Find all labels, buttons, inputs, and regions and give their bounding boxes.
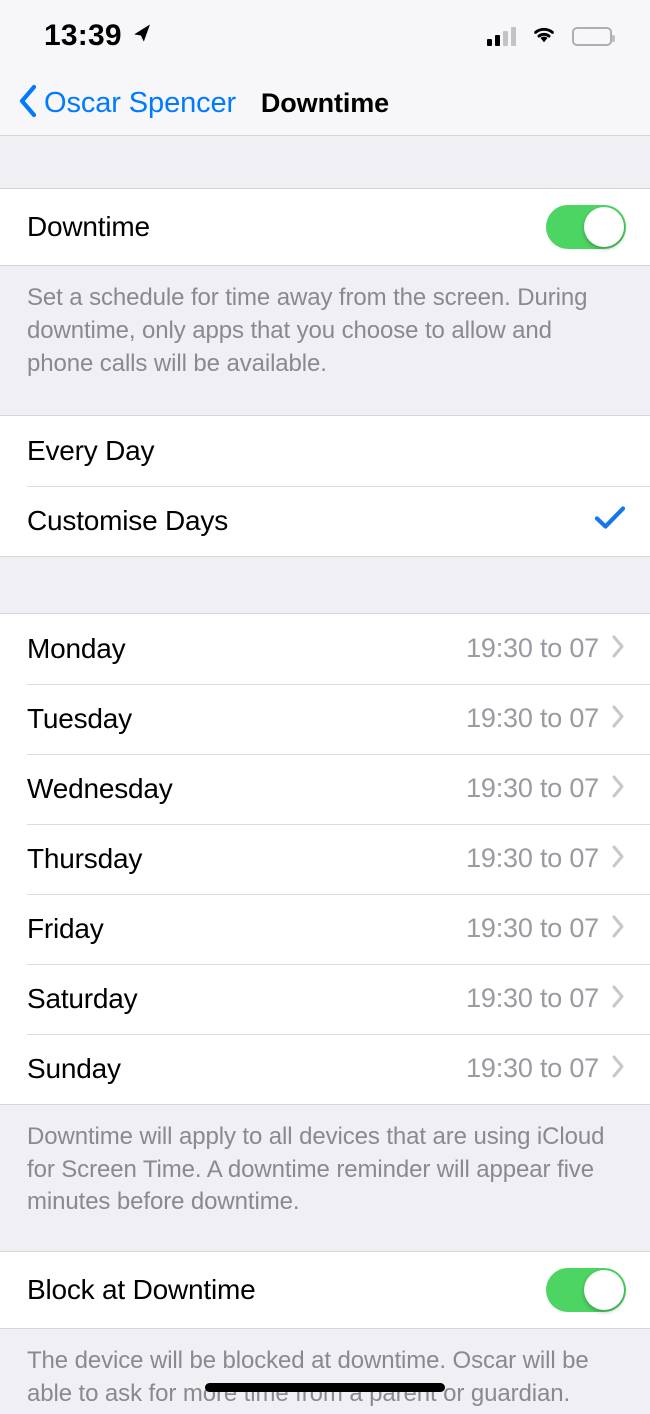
back-button-label: Oscar Spencer [44,87,237,119]
chevron-right-icon [611,844,626,874]
battery-icon [572,26,615,46]
schedule-option-customise-days[interactable]: Customise Days [0,485,650,556]
chevron-right-icon [611,1054,626,1084]
checkmark-icon [594,505,626,536]
day-time-value: 19:30 to 07 [466,1053,599,1084]
day-row-friday[interactable]: Friday 19:30 to 07 [0,893,650,964]
section-gap [0,136,650,188]
day-row-tuesday[interactable]: Tuesday 19:30 to 07 [0,683,650,754]
downtime-toggle[interactable] [546,205,626,249]
downtime-footer-note: Set a schedule for time away from the sc… [0,266,650,415]
section-gap [0,556,650,613]
day-row-right: 19:30 to 07 [466,983,626,1014]
status-bar-clock: 13:39 [44,19,122,52]
home-indicator[interactable] [205,1383,445,1392]
chevron-right-icon [611,984,626,1014]
day-time-value: 19:30 to 07 [466,703,599,734]
day-row-wednesday[interactable]: Wednesday 19:30 to 07 [0,753,650,824]
day-label: Saturday [27,982,138,1014]
chevron-right-icon [611,634,626,664]
downtime-settings-screen: 13:39 Oscar Spencer Downtime Downtime Se… [0,0,650,1414]
chevron-right-icon [611,774,626,804]
day-row-sunday[interactable]: Sunday 19:30 to 07 [0,1033,650,1104]
schedule-option-label: Every Day [27,434,155,466]
chevron-left-icon [18,84,38,123]
block-at-downtime-group: Block at Downtime [0,1251,650,1330]
day-row-right: 19:30 to 07 [466,1053,626,1084]
day-row-saturday[interactable]: Saturday 19:30 to 07 [0,963,650,1034]
schedule-option-every-day[interactable]: Every Day [0,415,650,486]
status-bar: 13:39 [0,0,650,72]
status-bar-right [487,23,615,49]
day-time-value: 19:30 to 07 [466,983,599,1014]
block-at-downtime-row[interactable]: Block at Downtime [0,1252,650,1329]
day-label: Friday [27,912,104,944]
downtime-row[interactable]: Downtime [0,189,650,265]
day-label: Tuesday [27,702,132,734]
day-label: Wednesday [27,772,173,804]
chevron-right-icon [611,704,626,734]
day-label: Sunday [27,1052,121,1084]
downtime-row-label: Downtime [27,211,150,242]
day-time-value: 19:30 to 07 [466,913,599,944]
day-row-thursday[interactable]: Thursday 19:30 to 07 [0,823,650,894]
day-time-value: 19:30 to 07 [466,633,599,664]
day-row-right: 19:30 to 07 [466,773,626,804]
block-footer-note: The device will be blocked at downtime. … [0,1329,650,1414]
day-row-right: 19:30 to 07 [466,913,626,944]
navigation-bar: Oscar Spencer Downtime [0,72,650,136]
schedule-option-label: Customise Days [27,504,229,536]
day-row-right: 19:30 to 07 [466,843,626,874]
downtime-toggle-knob [584,207,624,247]
block-at-downtime-toggle-knob [584,1270,624,1311]
day-schedule-group: Monday 19:30 to 07 Tuesday 19:30 to 07 W… [0,612,650,1105]
downtime-toggle-group: Downtime [0,188,650,266]
status-bar-left: 13:39 [44,19,153,53]
cellular-bars-icon [487,26,516,46]
block-at-downtime-toggle[interactable] [546,1268,626,1313]
day-time-value: 19:30 to 07 [466,773,599,804]
block-at-downtime-label: Block at Downtime [27,1274,256,1306]
day-label: Monday [27,632,126,664]
wifi-icon [530,23,558,49]
day-time-value: 19:30 to 07 [466,843,599,874]
day-label: Thursday [27,842,143,874]
back-button[interactable]: Oscar Spencer [0,84,236,123]
day-row-right: 19:30 to 07 [466,633,626,664]
chevron-right-icon [611,914,626,944]
location-arrow-icon [131,23,153,50]
day-row-monday[interactable]: Monday 19:30 to 07 [0,613,650,684]
schedule-mode-group: Every Day Customise Days [0,414,650,557]
day-row-right: 19:30 to 07 [466,703,626,734]
days-footer-note: Downtime will apply to all devices that … [0,1104,650,1252]
